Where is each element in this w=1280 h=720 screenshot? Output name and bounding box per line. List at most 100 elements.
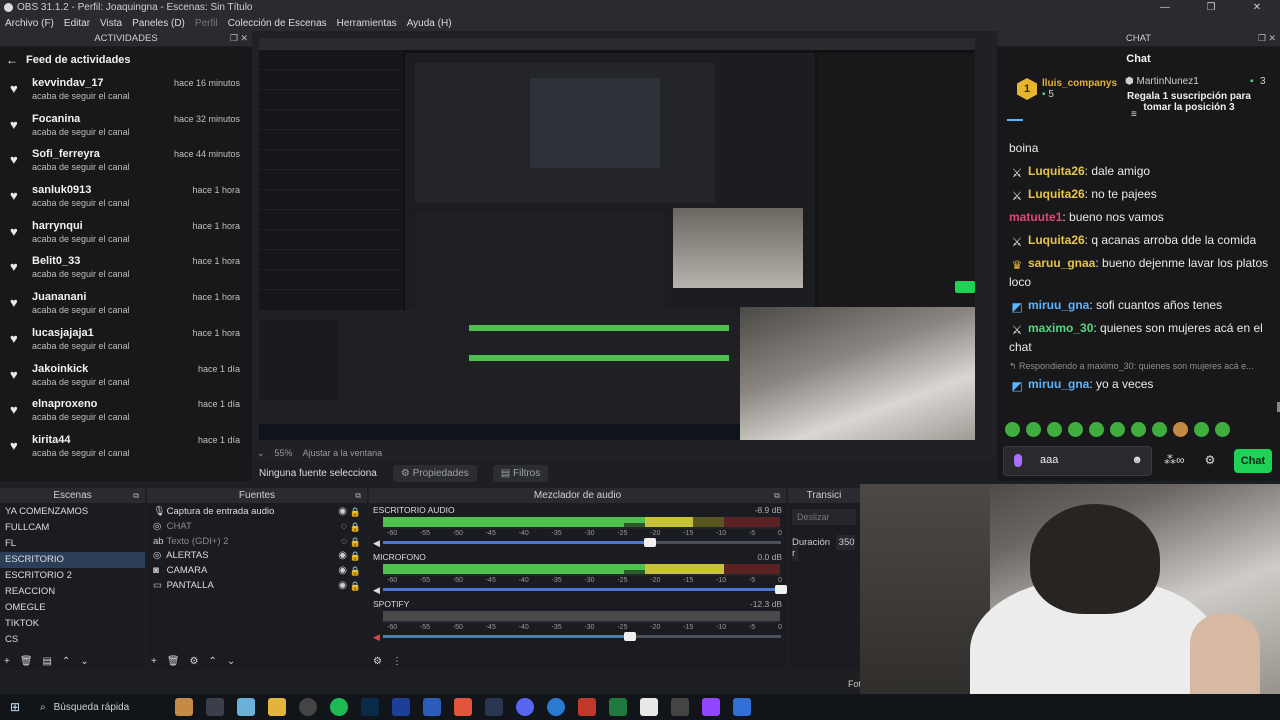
dock-close-icon[interactable]: ❐ ✕ (230, 31, 248, 46)
zoom-stepper[interactable]: ⌄ (257, 448, 265, 459)
filters-button[interactable]: ▤ Filtros (492, 464, 549, 482)
dock-menu-icon[interactable]: ⧉ (133, 488, 139, 503)
chat-nick[interactable]: miruu_gna (1028, 298, 1089, 312)
eye-icon[interactable]: ◉ (338, 505, 347, 520)
volume-slider[interactable] (383, 585, 787, 594)
trash-icon[interactable]: 🗑 (20, 656, 33, 667)
brave-icon[interactable] (454, 698, 472, 716)
eye-off-icon[interactable]: ◌ (341, 535, 347, 550)
word-icon[interactable] (423, 698, 441, 716)
menu-item[interactable]: Colección de Escenas (223, 18, 332, 29)
chevron-down-icon[interactable]: ⌄ (227, 656, 235, 667)
chevron-up-icon[interactable]: ⌃ (62, 656, 70, 667)
widget-icon[interactable] (175, 698, 193, 716)
eye-off-icon[interactable]: ◌ (341, 520, 347, 535)
dock-close-icon[interactable]: ❐ ✕ (1258, 31, 1276, 46)
scene-item[interactable]: OMEGLE (0, 600, 145, 616)
emote-icon[interactable] (1215, 422, 1230, 437)
lock-icon[interactable]: 🔒 (350, 520, 361, 535)
lock-icon[interactable]: 🔒 (350, 549, 361, 564)
chat-nick[interactable]: Luquita26 (1028, 164, 1085, 178)
source-item[interactable]: ◙ CAMARA ◉ 🔒 (147, 564, 367, 579)
second-gifter[interactable]: ⬢ MartinNunez1 ▪ 3 (1125, 76, 1266, 87)
scene-item[interactable]: YA COMENZAMOS (0, 504, 145, 520)
chat-input[interactable]: aaa ☻ (1003, 446, 1152, 476)
eye-icon[interactable]: ◉ (338, 549, 347, 564)
scene-item[interactable]: TIKTOK (0, 616, 145, 632)
emote-icon[interactable] (1152, 422, 1167, 437)
dock-menu-icon[interactable]: ⧉ (355, 488, 361, 503)
emote-icon[interactable] (1068, 422, 1083, 437)
arrow-left-icon[interactable]: ← (6, 53, 18, 67)
zoom-level[interactable]: 55% (275, 448, 293, 458)
folder-icon[interactable] (268, 698, 286, 716)
emote-icon[interactable] (1047, 422, 1062, 437)
add-icon[interactable]: + (151, 656, 157, 667)
chat-nick[interactable]: miruu_gna (1028, 377, 1089, 391)
add-icon[interactable]: + (4, 656, 10, 667)
mic-icon[interactable] (1014, 454, 1022, 467)
muted-speaker-icon[interactable]: ◀ (373, 632, 380, 643)
preview-canvas[interactable] (259, 38, 975, 440)
dock-menu-icon[interactable]: ⧉ (774, 488, 780, 503)
gear-icon[interactable]: ⚙ (1205, 453, 1216, 467)
discord-icon[interactable] (516, 698, 534, 716)
chevron-up-icon[interactable]: ⌃ (209, 656, 217, 667)
steam-icon[interactable] (485, 698, 503, 716)
scene-item[interactable]: FULLCAM (0, 520, 145, 536)
eye-icon[interactable]: ◉ (338, 564, 347, 579)
windows-start-icon[interactable]: ⊞ (10, 700, 20, 714)
chat-nick[interactable]: matuute1 (1009, 210, 1062, 224)
spotify-icon[interactable] (330, 698, 348, 716)
scene-item[interactable]: ESCRITORIO 2 (0, 568, 145, 584)
emote-icon[interactable] (1026, 422, 1041, 437)
source-item[interactable]: ab Texto (GDI+) 2 ◌ 🔒 (147, 535, 367, 550)
emote-icon[interactable] (1005, 422, 1020, 437)
chat-nick[interactable]: Luquita26 (1028, 233, 1085, 247)
emoji-icon[interactable]: ☻ (1131, 454, 1143, 466)
app-icon[interactable] (640, 698, 658, 716)
expand-icon[interactable]: ≡ (1131, 109, 1137, 120)
emote-icon[interactable] (1194, 422, 1209, 437)
volume-slider[interactable] (383, 538, 781, 547)
menu-item[interactable]: Paneles (D) (127, 18, 190, 29)
vegas-icon[interactable] (392, 698, 410, 716)
chat-nick[interactable]: maximo_30 (1028, 321, 1093, 335)
scene-item[interactable]: CS (0, 632, 145, 648)
photoshop-icon[interactable] (361, 698, 379, 716)
capcut-icon[interactable] (671, 698, 689, 716)
gear-icon[interactable]: ⚙ (373, 656, 382, 667)
chat-nick[interactable]: Luquita26 (1028, 187, 1085, 201)
chat-send-button[interactable]: Chat (1234, 449, 1272, 473)
eye-icon[interactable]: ◉ (338, 579, 347, 594)
transition-select[interactable]: Deslizar (792, 509, 856, 525)
menu-item[interactable]: Archivo (F) (0, 18, 59, 29)
excel-icon[interactable] (609, 698, 627, 716)
source-item[interactable]: ▭ PANTALLA ◉ 🔒 (147, 579, 367, 594)
chat-nick[interactable]: saruu_gnaa (1028, 256, 1095, 270)
chevron-down-icon[interactable]: ⌄ (80, 656, 88, 667)
menu-item[interactable]: Vista (95, 18, 127, 29)
minimize-button[interactable]: — (1142, 0, 1188, 15)
menu-item[interactable]: Ayuda (H) (402, 18, 457, 29)
channel-points-icon[interactable]: ⁂∞ (1164, 453, 1185, 467)
menu-item[interactable]: Herramientas (332, 18, 402, 29)
fit-window-label[interactable]: Ajustar a la ventana (303, 448, 383, 458)
lock-icon[interactable]: 🔒 (350, 505, 361, 520)
speaker-icon[interactable]: ◀ (373, 538, 380, 549)
app-icon[interactable] (733, 698, 751, 716)
emote-icon[interactable] (1131, 422, 1146, 437)
obs-icon[interactable] (299, 698, 317, 716)
volume-slider[interactable] (383, 632, 781, 641)
more-icon[interactable]: ⋮ (392, 656, 402, 667)
app-icon[interactable] (237, 698, 255, 716)
lock-icon[interactable]: 🔒 (350, 535, 361, 550)
source-item[interactable]: ◎ ALERTAS ◉ 🔒 (147, 549, 367, 564)
twitch-icon[interactable] (702, 698, 720, 716)
source-item[interactable]: ◎ CHAT ◌ 🔒 (147, 520, 367, 535)
scene-item[interactable]: FL (0, 536, 145, 552)
edge-icon[interactable] (547, 698, 565, 716)
properties-button[interactable]: ⚙ Propiedades (392, 464, 477, 482)
maximize-button[interactable]: ❐ (1188, 0, 1234, 15)
voicemod-icon[interactable] (578, 698, 596, 716)
